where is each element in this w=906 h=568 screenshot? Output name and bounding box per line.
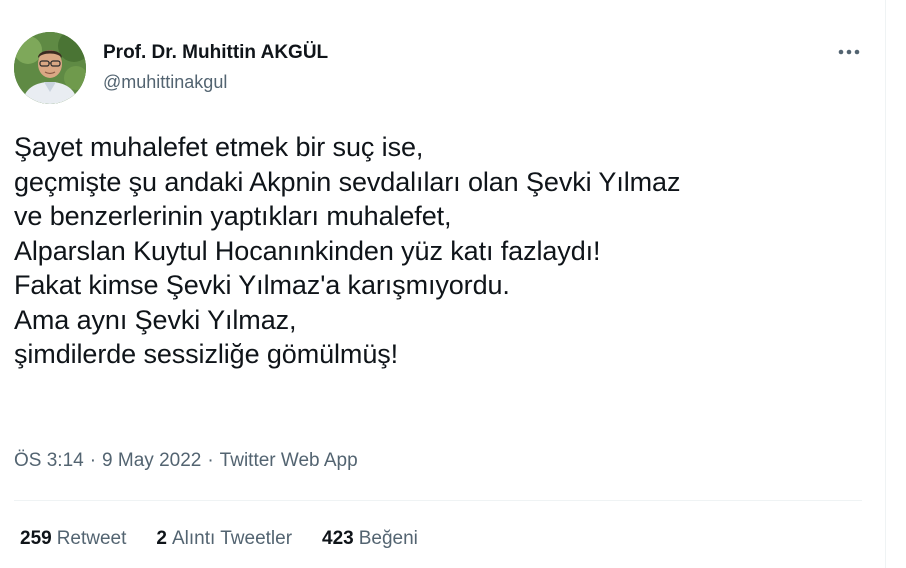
meta-separator: · (89, 450, 97, 471)
like-label: Beğeni (358, 528, 418, 549)
tweet-text-line: şimdilerde sessizliğe gömülmüş! (14, 339, 399, 369)
like-count: 423 (322, 528, 354, 549)
tweet-text-line: geçmişte şu andaki Akpnin sevdalıları ol… (14, 166, 681, 197)
meta-separator: · (207, 450, 214, 471)
author-display-name[interactable]: Prof. Dr. Muhittin AKGÜL (103, 42, 328, 64)
tweet-header: Prof. Dr. Muhittin AKGÜL @muhittinakgul (14, 32, 864, 104)
author-handle[interactable]: @muhittinakgul (103, 72, 227, 93)
avatar-image (14, 32, 86, 104)
tweet-time-link[interactable]: ÖS 3:14 (14, 450, 84, 471)
column-border (885, 0, 886, 568)
avatar[interactable] (14, 32, 86, 104)
quote-tweets-stat[interactable]: 2 Alıntı Tweetler (156, 528, 292, 550)
tweet-text: Şayet muhalefet etmek bir suç ise, geçmi… (14, 130, 874, 372)
tweet-date-link[interactable]: 9 May 2022 (102, 450, 201, 471)
tweet-text-line: Fakat kimse Şevki Yılmaz'a karışmıyordu. (14, 270, 510, 300)
quote-label: Alıntı Tweetler (171, 528, 293, 549)
more-dots-icon (838, 49, 860, 55)
retweet-label: Retweet (56, 528, 127, 549)
retweets-stat[interactable]: 259 Retweet (20, 528, 126, 550)
tweet-text-line: ve benzerlerinin yaptıkları muhalefet, (14, 201, 452, 231)
likes-stat[interactable]: 423 Beğeni (322, 528, 418, 550)
tweet-source-link[interactable]: Twitter Web App (220, 450, 358, 471)
tweet-metadata: ÖS 3:14 · 9 May 2022 · Twitter Web App (14, 450, 358, 472)
retweet-count: 259 (20, 528, 52, 549)
tweet-text-line: Alparslan Kuytul Hocanınkinden yüz katı … (14, 235, 601, 266)
more-options-button[interactable] (834, 40, 864, 64)
tweet-stats: 259 Retweet 2 Alıntı Tweetler 423 Beğeni (20, 528, 448, 550)
tweet-detail: Prof. Dr. Muhittin AKGÜL @muhittinakgul … (0, 0, 906, 568)
quote-count: 2 (156, 528, 167, 549)
divider (14, 500, 862, 501)
tweet-text-line: Ama aynı Şevki Yılmaz, (14, 304, 297, 335)
tweet-text-line: Şayet muhalefet etmek bir suç ise, (14, 132, 424, 162)
